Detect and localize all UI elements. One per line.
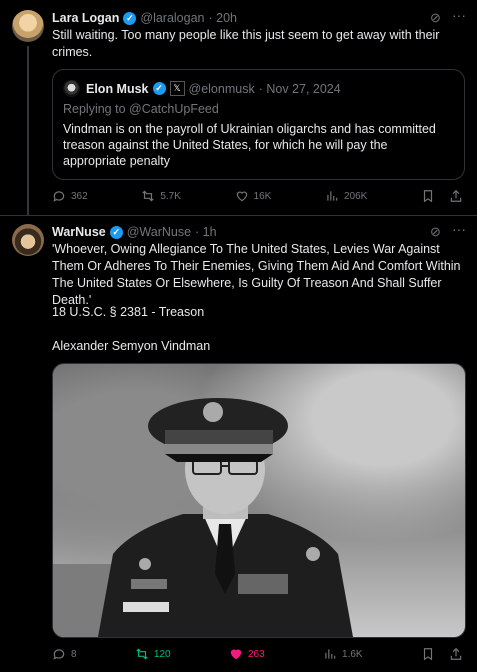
quoted-author-handle: @elonmusk: [188, 81, 255, 96]
repost-button[interactable]: 120: [135, 647, 171, 661]
bookmark-icon[interactable]: [421, 647, 435, 661]
author-name[interactable]: Lara Logan: [52, 11, 119, 25]
heart-icon: [236, 191, 247, 202]
author-handle[interactable]: @laralogan: [140, 11, 204, 25]
tweet-photo[interactable]: [52, 363, 466, 638]
repost-icon: [142, 190, 154, 202]
views-icon: [325, 649, 336, 659]
like-count: 16K: [253, 190, 272, 202]
repost-button[interactable]: 5.7K: [141, 189, 181, 203]
author-handle[interactable]: @WarNuse: [127, 225, 191, 239]
tweet-text-name: Alexander Semyon Vindman: [52, 339, 211, 353]
reply-count: 8: [71, 648, 77, 660]
repost-count: 120: [153, 648, 171, 660]
quoted-author-name: Elon Musk: [86, 81, 149, 96]
reply-count: 362: [71, 190, 88, 202]
more-options-icon[interactable]: ···: [452, 221, 466, 237]
grok-icon[interactable]: ⊘: [430, 10, 441, 26]
view-count: 1.6K: [342, 648, 363, 660]
tweet-actions: 8 120 263 1.6K: [52, 647, 463, 661]
officer-figure-icon: [53, 398, 353, 637]
bookmark-icon[interactable]: [421, 189, 435, 203]
like-button[interactable]: 16K: [235, 189, 272, 203]
avatar-warnuse[interactable]: [12, 224, 44, 256]
views-icon: [327, 191, 338, 201]
quoted-post-date: · Nov 27, 2024: [258, 81, 341, 96]
thread-line: [27, 46, 29, 216]
avatar-lara-logan[interactable]: [12, 10, 44, 42]
reply-button[interactable]: 362: [52, 189, 88, 203]
tweet-text-quote: 'Whoever, Owing Allegiance To The United…: [52, 242, 461, 307]
share-icon[interactable]: [449, 647, 463, 661]
verified-badge-icon: ✓: [109, 225, 123, 239]
verified-badge-icon: ✓: [123, 11, 137, 25]
avatar-elon-musk: [63, 80, 80, 97]
x-affiliate-badge-icon: 𝕏: [169, 81, 185, 96]
heart-icon: [230, 649, 242, 660]
views-button[interactable]: 206K: [325, 189, 367, 203]
grok-icon[interactable]: ⊘: [430, 224, 441, 240]
reply-icon: [53, 649, 65, 660]
repost-icon: [136, 648, 148, 660]
verified-badge-icon: ✓: [152, 82, 166, 95]
tweet-header: Lara Logan ✓ @laralogan · 20h: [52, 11, 237, 25]
author-name[interactable]: WarNuse: [52, 225, 106, 239]
quoted-tweet-text: Vindman is on the payroll of Ukrainian o…: [63, 122, 436, 168]
tweet-header: WarNuse ✓ @WarNuse · 1h: [52, 225, 217, 239]
more-options-icon[interactable]: ···: [452, 7, 466, 23]
view-count: 206K: [343, 190, 368, 202]
like-button[interactable]: 263: [229, 647, 265, 661]
tweet-divider: [0, 215, 477, 216]
share-icon[interactable]: [449, 189, 463, 203]
like-count: 263: [247, 648, 265, 660]
post-time[interactable]: · 1h: [195, 225, 217, 239]
reply-icon: [53, 191, 65, 202]
replying-to: Replying to @CatchUpFeed: [63, 102, 219, 116]
repost-count: 5.7K: [160, 190, 181, 202]
reply-button[interactable]: 8: [52, 647, 77, 661]
tweet-text: Still waiting. Too many people like this…: [52, 28, 440, 59]
tweet-text-statute: 18 U.S.C. § 2381 - Treason: [52, 305, 205, 319]
tweet-actions: 362 5.7K 16K 206K: [52, 189, 463, 203]
views-button[interactable]: 1.6K: [323, 647, 363, 661]
quoted-tweet[interactable]: Elon Musk ✓ 𝕏 @elonmusk · Nov 27, 2024 R…: [52, 69, 465, 180]
post-time[interactable]: · 20h: [209, 11, 238, 25]
